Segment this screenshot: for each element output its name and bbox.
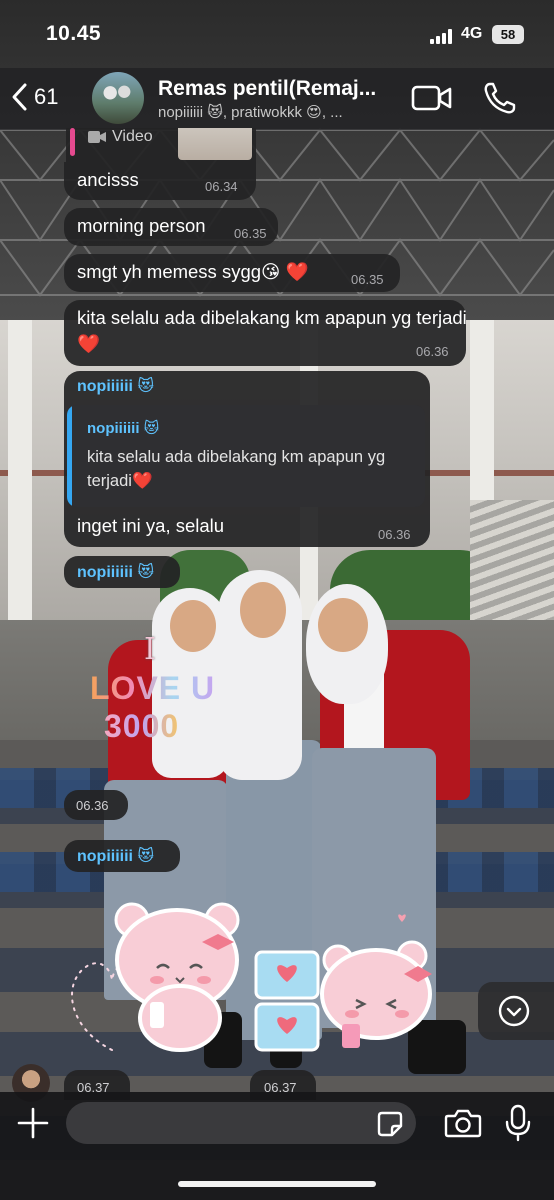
status-bar: 10.45 4G 58 [0,0,554,68]
bear-sticker[interactable] [62,900,247,1060]
message-input[interactable] [66,1102,416,1144]
sender-name: nopiiiiii 😻 [77,378,155,395]
staircase [470,500,554,640]
video-label: Video [88,128,153,146]
quoted-text: kita selalu ada dibelakang km apapun yg … [87,448,386,490]
timestamp-pill: 06.36 [64,790,128,820]
video-message[interactable]: Video [66,128,256,162]
sender-label-bubble: nopiiiiii 😻 [64,840,180,872]
sticker-text: I [144,632,156,667]
video-thumbnail [178,128,252,160]
signal-icon [430,28,454,44]
video-icon [88,131,106,143]
quoted-sender-name: nopiiiiii 😻 [87,420,160,437]
plus-icon[interactable] [16,1106,50,1140]
message-text: inget ini ya, selalu [77,515,225,536]
group-title[interactable]: Remas pentil(Remaj... [158,77,398,101]
message-bubble[interactable]: kita selalu ada dibelakang km apapun yg … [64,300,467,366]
message-time: 06.36 [378,527,411,542]
chevron-left-icon [12,83,27,111]
sticker-icon[interactable] [376,1110,404,1138]
message-text: ancisss [77,169,139,190]
message-text: kita selalu ada dibelakang km apapun yg … [77,307,467,354]
love-sticker[interactable]: I LOVE U 3000 [84,632,234,747]
reply-message-bubble[interactable]: nopiiiiii 😻 nopiiiiii 😻 kita selalu ada … [64,371,430,547]
sticker-text: 3000 [104,708,180,744]
reply-accent-bar [70,128,75,156]
battery-icon: 58 [492,25,524,44]
message-time: 06.35 [234,226,267,241]
camera-icon[interactable] [444,1108,482,1138]
sender-name: nopiiiiii 😻 [77,848,155,865]
unread-count: 61 [34,84,59,109]
quote-accent-bar [67,405,72,507]
chat-header: 61 Remas pentil(Remaj... nopiiiiii 😻, pr… [0,68,554,130]
message-bubble[interactable]: morning person 06.35 [64,208,278,246]
message-bubble[interactable]: smgt yh memess sygg😘 ❤️ 06.35 [64,254,400,292]
message-composer [0,1092,554,1200]
sticker-text: LOVE U [90,670,216,706]
quoted-message[interactable]: nopiiiiii 😻 kita selalu ada dibelakang k… [67,405,425,507]
bear-hearts-sticker[interactable] [252,912,442,1062]
microphone-icon[interactable] [505,1104,531,1142]
home-indicator [178,1181,376,1187]
group-members[interactable]: nopiiiiii 😻, pratiwokkk 😍, ... [158,103,398,121]
video-camera-icon[interactable] [410,82,454,114]
group-avatar[interactable] [92,72,144,124]
message-time: 06.36 [416,344,449,359]
scroll-to-bottom-button[interactable] [478,982,554,1040]
message-time: 06.34 [205,179,238,194]
message-time: 06.36 [76,798,109,813]
back-button[interactable]: 61 [10,80,58,114]
network-type: 4G [461,25,483,42]
message-text: morning person [77,215,206,236]
phone-icon[interactable] [482,80,518,116]
video-label-text: Video [112,128,153,145]
building-column [8,320,32,620]
sender-label-bubble: nopiiiiii 😻 [64,556,180,588]
message-bubble[interactable]: ancisss 06.34 [64,162,256,200]
sender-name: nopiiiiii 😻 [77,564,155,581]
status-time: 10.45 [46,22,102,45]
chevron-down-icon [498,995,530,1027]
message-time: 06.35 [351,272,384,287]
message-text: smgt yh memess sygg😘 ❤️ [77,261,309,282]
